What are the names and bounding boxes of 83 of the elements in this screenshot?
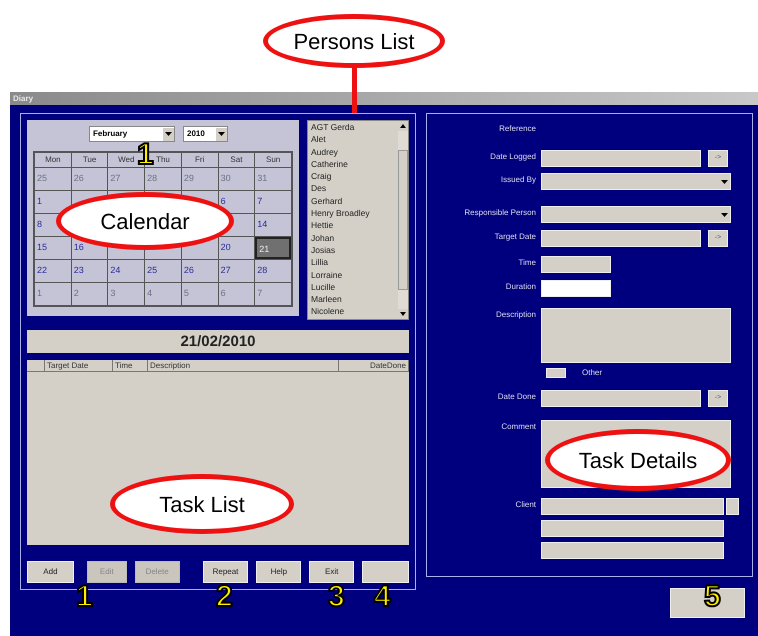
calendar-day[interactable]: 15 xyxy=(35,237,71,259)
field-label: Date Done xyxy=(496,391,537,403)
input-field[interactable] xyxy=(541,498,724,515)
lookup-button[interactable] xyxy=(726,498,739,515)
scroll-down-icon[interactable] xyxy=(398,309,408,319)
calendar-day[interactable]: 23 xyxy=(72,260,108,282)
field-label: Issued By xyxy=(500,174,537,186)
person-item[interactable]: Lillia xyxy=(311,256,398,269)
callout-pointer xyxy=(352,67,357,113)
field-label: Duration xyxy=(504,281,537,293)
column-header[interactable]: Time xyxy=(113,360,148,371)
weekday-header: Sun xyxy=(255,153,291,167)
window-title: Diary xyxy=(13,94,34,102)
person-item[interactable]: Hettie xyxy=(311,219,398,232)
weekday-header: Fri xyxy=(182,153,218,167)
action-button[interactable]: Add xyxy=(27,561,74,583)
weekday-header: Sat xyxy=(218,153,254,167)
field-label: Description xyxy=(494,309,537,321)
weekday-header: Tue xyxy=(72,153,108,167)
calendar-day[interactable]: 1 xyxy=(35,191,71,213)
action-button[interactable]: Repeat xyxy=(202,561,248,583)
calendar-day[interactable]: 20 xyxy=(218,237,254,259)
callout-number-label: 4 xyxy=(374,582,391,612)
input-field[interactable] xyxy=(541,390,701,407)
column-header[interactable]: DateDone xyxy=(339,360,409,371)
field-label: Date Logged xyxy=(489,151,537,163)
input-field[interactable] xyxy=(541,280,611,297)
field-label: Time xyxy=(518,257,537,269)
field-label: Reference xyxy=(498,123,537,135)
action-button[interactable]: Help xyxy=(256,561,302,583)
column-header[interactable]: Description xyxy=(148,360,339,371)
column-header[interactable]: Target Date xyxy=(45,360,113,371)
calendar-day[interactable]: 26 xyxy=(182,260,218,282)
person-item[interactable]: Johan xyxy=(311,232,398,244)
callout-tooltip: Persons List xyxy=(263,14,445,68)
person-item[interactable]: AGT Gerda xyxy=(311,121,398,134)
action-button[interactable]: Exit xyxy=(309,561,354,583)
selected-date-banner: 21/02/2010 xyxy=(27,330,409,353)
dropdown-field[interactable] xyxy=(541,173,731,190)
input-field[interactable] xyxy=(541,542,724,559)
calendar-day[interactable]: 27 xyxy=(218,260,254,282)
scroll-thumb[interactable] xyxy=(398,150,408,290)
scrollbar[interactable] xyxy=(398,121,408,319)
person-item[interactable]: Josias xyxy=(311,244,398,256)
input-field[interactable] xyxy=(541,256,611,273)
callout-number-label: 5 xyxy=(704,582,721,612)
field-label: Responsible Person xyxy=(463,207,537,219)
field-label: Comment xyxy=(500,421,537,433)
calendar-day[interactable]: 22 xyxy=(35,260,71,282)
person-item[interactable]: Lorraine xyxy=(311,268,398,281)
calendar-day[interactable]: 7 xyxy=(255,191,291,213)
text-area[interactable] xyxy=(541,308,731,363)
input-field[interactable] xyxy=(541,520,724,537)
field-label: Target Date xyxy=(494,231,537,243)
person-item[interactable]: Alet xyxy=(311,133,398,146)
callout-number-label: 2 xyxy=(216,582,233,612)
person-item[interactable]: Henry Broadley xyxy=(311,207,398,220)
calendar-day[interactable]: 14 xyxy=(255,214,291,236)
person-item[interactable]: Catherine xyxy=(311,158,398,170)
calendar-day[interactable]: 21 xyxy=(255,237,291,259)
calendar-day[interactable]: 25 xyxy=(145,260,181,282)
weekday-header: Mon xyxy=(35,153,71,167)
person-item[interactable]: Audrey xyxy=(311,146,398,158)
calendar-day[interactable]: 6 xyxy=(218,191,254,213)
calendar-day[interactable]: 28 xyxy=(255,260,291,282)
callout-number-label: 1 xyxy=(76,582,93,612)
callout-number-label: 3 xyxy=(328,582,345,612)
person-item[interactable]: Nicolene xyxy=(311,305,398,318)
field-label: Other xyxy=(582,368,602,378)
person-item[interactable]: Marleen xyxy=(311,293,398,306)
dropdown-field[interactable] xyxy=(541,206,731,223)
input-field[interactable] xyxy=(541,150,701,167)
small-toggle-button[interactable] xyxy=(546,368,566,378)
month-dropdown[interactable]: February xyxy=(89,126,175,142)
field-label: Client xyxy=(514,499,537,511)
person-item[interactable]: Craig xyxy=(311,170,398,182)
person-item[interactable]: Des xyxy=(311,182,398,195)
person-item[interactable]: Gerhard xyxy=(311,194,398,208)
scroll-up-icon[interactable] xyxy=(398,121,408,131)
calendar-day[interactable]: 24 xyxy=(108,260,144,282)
year-dropdown[interactable]: 2010 xyxy=(183,126,228,142)
input-field[interactable] xyxy=(541,230,701,247)
person-item[interactable]: Lucille xyxy=(311,280,398,294)
